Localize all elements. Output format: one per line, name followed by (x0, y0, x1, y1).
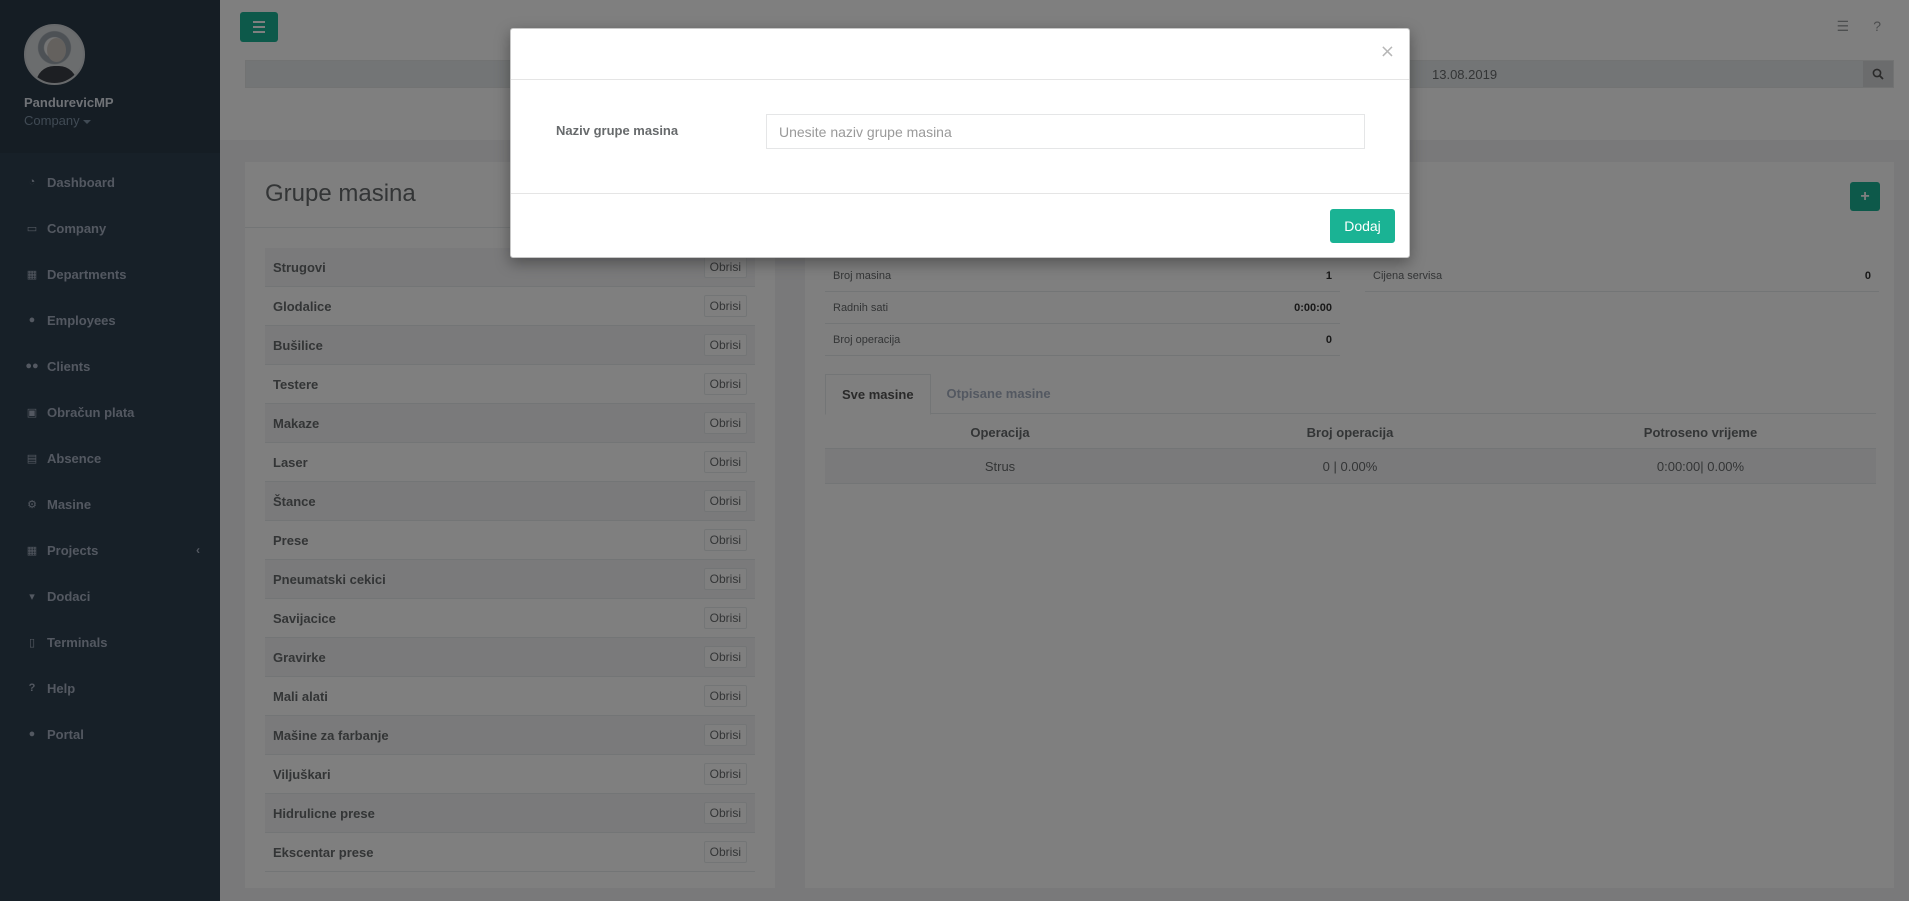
group-name-input[interactable] (766, 114, 1365, 149)
modal-footer: Dodaj (511, 194, 1409, 257)
add-button[interactable]: Dodaj (1330, 209, 1395, 243)
close-icon[interactable]: × (1380, 41, 1395, 62)
group-name-label: Naziv grupe masina (556, 123, 679, 138)
modal-header: × (511, 29, 1409, 80)
add-group-modal: × Naziv grupe masina Dodaj (510, 28, 1410, 258)
modal-body: Naziv grupe masina (511, 80, 1409, 194)
